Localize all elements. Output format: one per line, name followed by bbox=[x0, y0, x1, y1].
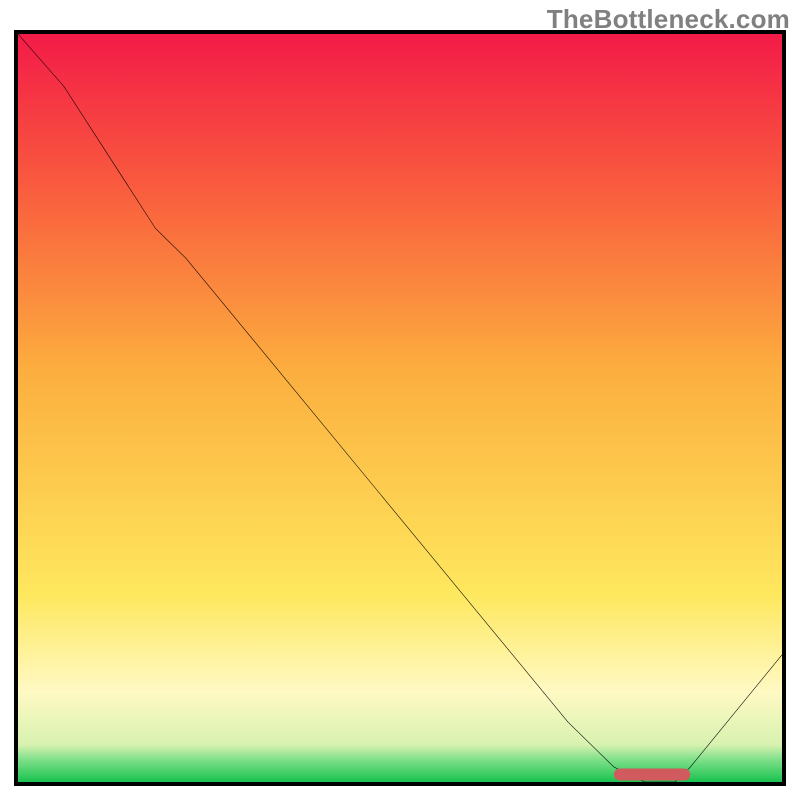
plot-area bbox=[14, 30, 786, 786]
watermark-text: TheBottleneck.com bbox=[547, 4, 790, 35]
gradient-background bbox=[18, 34, 782, 782]
curve-flat-marker bbox=[614, 769, 690, 781]
chart-svg bbox=[18, 34, 782, 782]
chart-container: TheBottleneck.com bbox=[0, 0, 800, 800]
